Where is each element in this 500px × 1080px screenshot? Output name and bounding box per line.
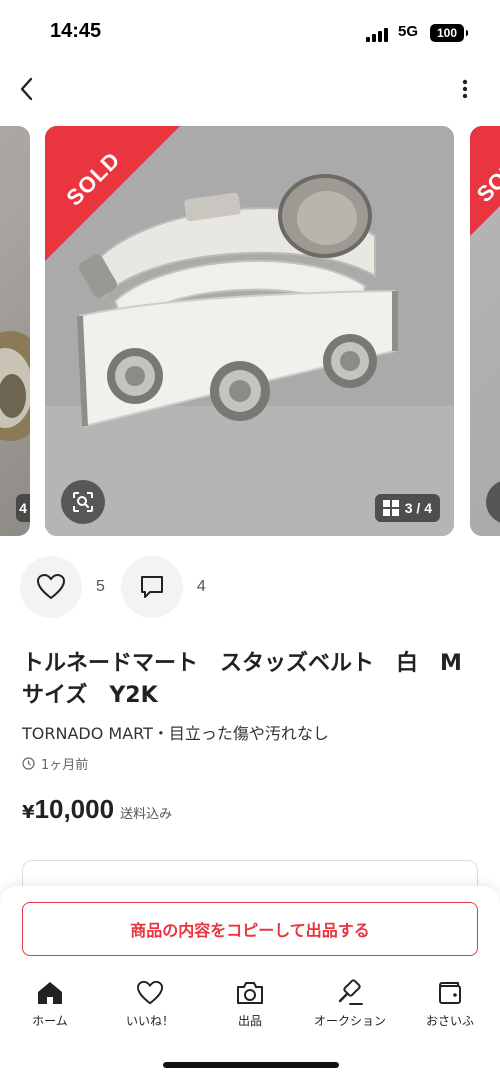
- network-label: 5G: [398, 23, 419, 40]
- signal-icon: [366, 26, 390, 42]
- tab-likes-label: いいね！: [125, 1014, 174, 1028]
- nav-bar: [0, 64, 500, 114]
- home-icon: [38, 982, 62, 1004]
- tab-home-label: ホーム: [32, 1014, 68, 1028]
- vertical-ellipsis-icon: [462, 79, 468, 99]
- posted-time-label: 1ヶ月前: [41, 758, 89, 773]
- product-subtitle: TORNADO MART・目立った傷や汚れなし: [22, 724, 329, 743]
- tab-auction[interactable]: オークション: [300, 978, 400, 1038]
- main-product-image[interactable]: SOLD 3 / 4: [45, 126, 454, 536]
- tab-sell-label: 出品: [237, 1014, 262, 1028]
- bottom-sheet: 商品の内容をコピーして出品する ホーム いいね！ 出品 オークション おさいふ: [0, 886, 500, 1080]
- clock-icon: [22, 757, 35, 770]
- battery-icon: 100: [430, 24, 468, 42]
- tab-bar: ホーム いいね！ 出品 オークション おさいふ: [0, 978, 500, 1038]
- comment-icon: [140, 576, 163, 598]
- tab-home[interactable]: ホーム: [0, 978, 100, 1038]
- gavel-icon: [338, 979, 363, 1005]
- tab-wallet-label: おさいふ: [425, 1014, 474, 1028]
- image-page-counter[interactable]: 3 / 4: [374, 494, 440, 522]
- status-bar: 14:45 5G 100: [0, 0, 500, 64]
- like-button[interactable]: [20, 556, 82, 618]
- next-zoom-button: [486, 480, 500, 524]
- image-carousel[interactable]: 4 SOLD 3 / 4 SOLD: [0, 126, 500, 536]
- heart-icon: [136, 980, 164, 1005]
- previous-image[interactable]: 4: [0, 126, 30, 536]
- posted-time: 1ヶ月前: [22, 754, 88, 773]
- tab-likes[interactable]: いいね！: [100, 978, 200, 1038]
- grid-icon: [382, 500, 399, 516]
- concho-center: [210, 361, 270, 421]
- copy-and-list-button[interactable]: 商品の内容をコピーして出品する: [22, 902, 478, 956]
- product-title: トルネードマート スタッズベルト 白 Mサイズ Y2K: [22, 651, 462, 708]
- tab-auction-label: オークション: [313, 1014, 386, 1028]
- chevron-left-icon: [20, 77, 33, 101]
- comment-count: 4: [196, 578, 206, 595]
- more-options-button[interactable]: [452, 72, 478, 106]
- comment-button[interactable]: [120, 556, 183, 618]
- status-time: 14:45: [50, 20, 102, 42]
- price: ¥ 10,000 送料込み: [22, 794, 172, 825]
- price-value: 10,000: [34, 794, 115, 824]
- tab-sell[interactable]: 出品: [200, 978, 300, 1038]
- buckle-photo-partial: [0, 331, 30, 441]
- price-currency: ¥: [22, 802, 35, 823]
- action-row: 5 4: [20, 556, 222, 618]
- shipping-note: 送料込み: [120, 807, 173, 822]
- next-image[interactable]: SOLD: [470, 126, 500, 536]
- page-counter-label: 3 / 4: [404, 500, 432, 516]
- wallet-icon: [439, 982, 461, 1004]
- concho-left: [107, 348, 163, 404]
- camera-icon: [237, 982, 263, 1004]
- tab-wallet[interactable]: おさいふ: [400, 978, 500, 1038]
- zoom-button[interactable]: [61, 480, 105, 524]
- previous-image-counter: 4: [16, 494, 30, 522]
- back-button[interactable]: [10, 72, 44, 106]
- like-count: 5: [96, 578, 105, 595]
- zoom-scan-icon: [73, 492, 93, 512]
- concho-right: [323, 334, 377, 388]
- heart-icon: [36, 573, 66, 600]
- home-indicator[interactable]: [163, 1062, 339, 1068]
